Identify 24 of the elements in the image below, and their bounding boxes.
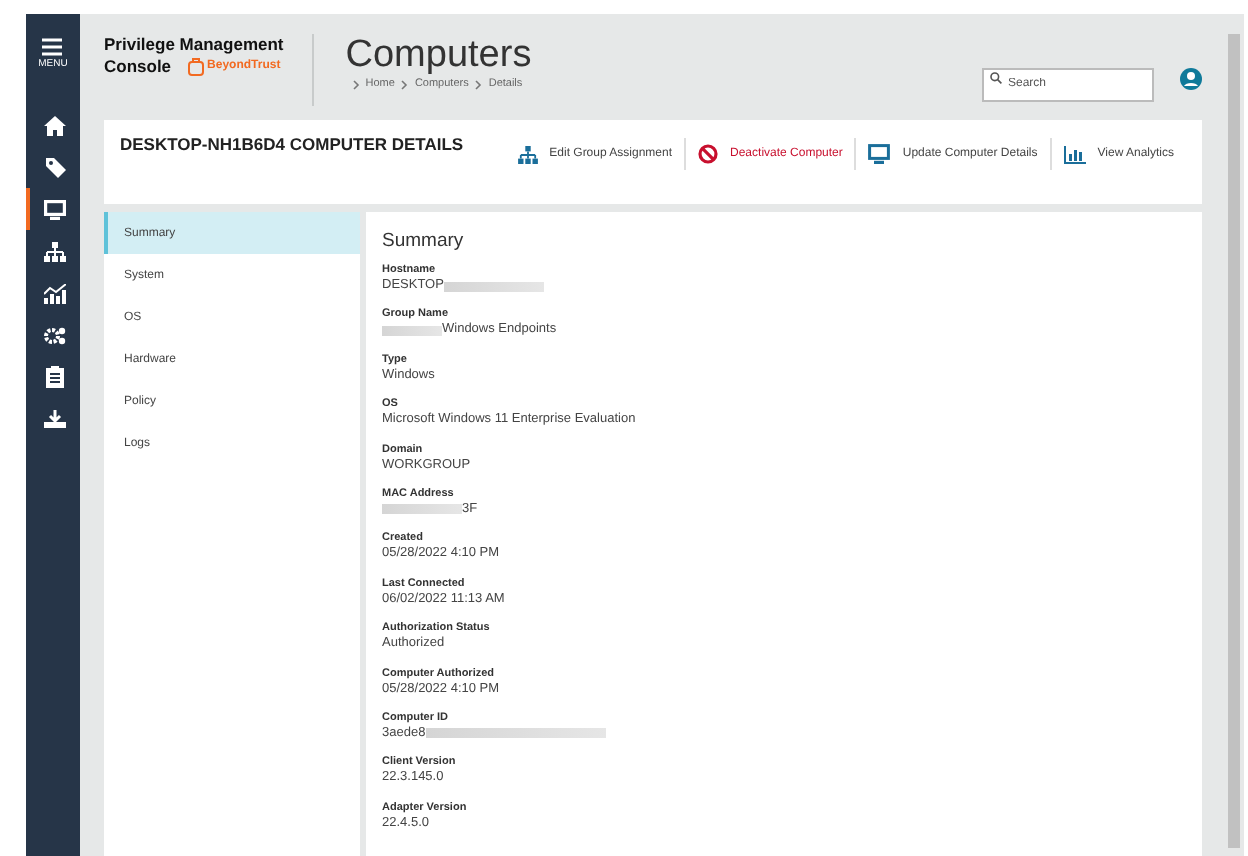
product-name: Privilege Management (104, 34, 284, 56)
tag-icon[interactable] (45, 157, 65, 177)
chevron-icon (474, 79, 483, 89)
section-heading: Summary (382, 230, 466, 252)
download-icon[interactable] (44, 409, 66, 429)
clipboard-icon[interactable] (46, 366, 64, 388)
monitor-icon (868, 144, 891, 164)
product-name: Console (104, 56, 172, 78)
page-title: Computers (345, 34, 532, 78)
chart-icon[interactable] (44, 283, 66, 303)
logo-icon (187, 58, 204, 76)
monitor-icon[interactable] (44, 199, 66, 219)
scrollbar-thumb[interactable] (1228, 34, 1240, 848)
gears-icon[interactable] (44, 325, 66, 345)
user-avatar-icon[interactable] (1180, 68, 1202, 90)
search-icon (990, 71, 1002, 83)
chevron-icon (400, 79, 409, 89)
details-title: DESKTOP-NH1B6D4 COMPUTER DETAILS (120, 134, 464, 154)
chevron-icon (351, 79, 360, 89)
bar-chart-icon (1063, 145, 1086, 163)
prohibited-icon (698, 144, 719, 164)
home-icon[interactable] (44, 115, 66, 135)
sitemap-icon[interactable] (44, 241, 66, 261)
sitemap-icon (517, 145, 538, 163)
